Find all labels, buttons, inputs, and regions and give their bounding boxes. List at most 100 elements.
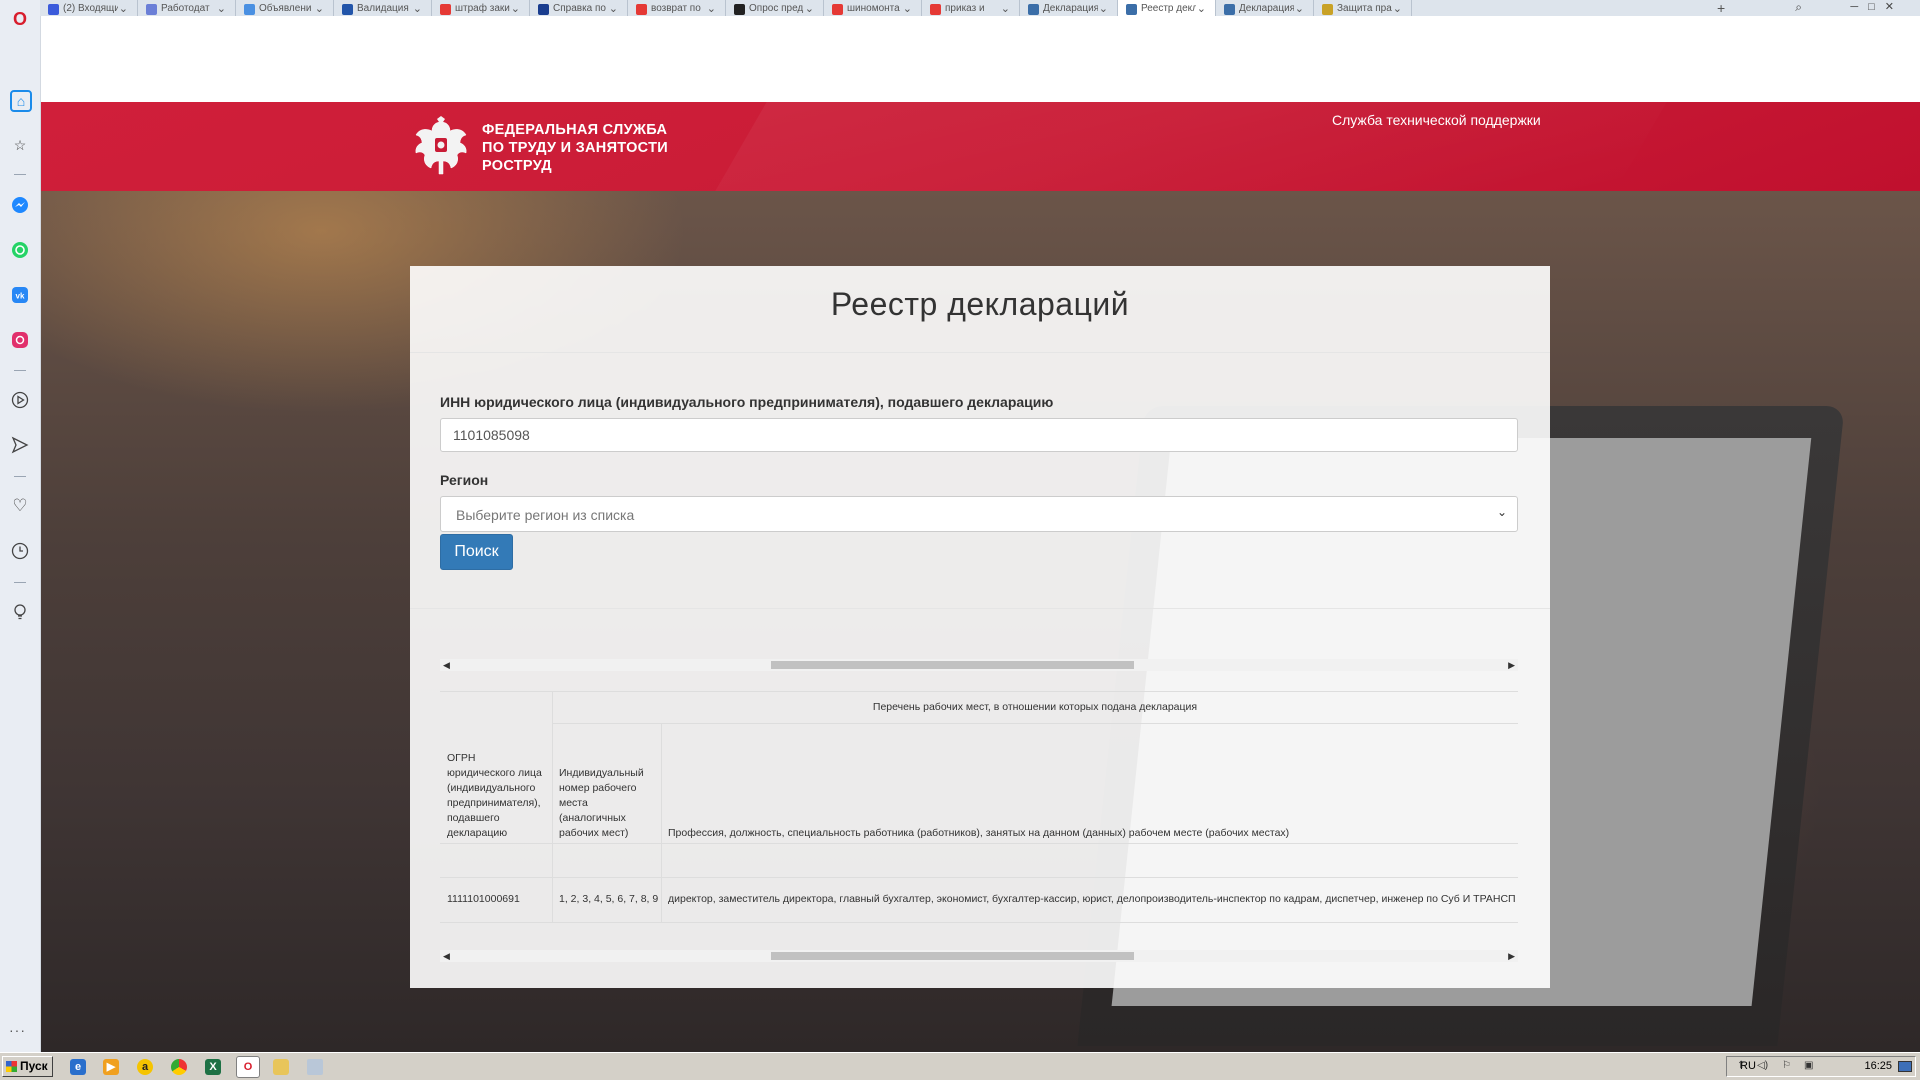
whatsapp-icon[interactable] <box>10 241 30 261</box>
table-border <box>440 691 1518 692</box>
tab-menu-icon[interactable]: ⌄ <box>119 2 128 15</box>
scroll-left-arrow-icon[interactable]: ◀ <box>443 950 450 962</box>
region-select[interactable]: Выберите регион из списка ⌄ <box>440 496 1518 532</box>
table-scrollbar-top[interactable]: ◀ ▶ <box>440 659 1518 671</box>
tab-favicon-icon <box>538 4 549 15</box>
browser-tab[interactable]: штраф заки ⌄ <box>432 0 530 16</box>
table-border <box>440 843 1518 844</box>
tab-search-icon[interactable]: ⌕ <box>1795 0 1802 15</box>
sidebar-divider <box>14 370 26 371</box>
history-clock-icon[interactable] <box>10 542 30 562</box>
tab-favicon-icon <box>636 4 647 15</box>
windows-flag-icon <box>6 1061 17 1072</box>
opera-logo-icon[interactable]: O <box>10 9 30 29</box>
tab-title: Декларация <box>1043 3 1098 14</box>
support-link[interactable]: Служба технической поддержки <box>1332 112 1541 128</box>
flag-icon[interactable]: ⚐ <box>1782 1060 1791 1071</box>
tab-menu-icon[interactable]: ⌄ <box>1295 2 1304 15</box>
region-select-value: Выберите регион из списка <box>456 507 635 523</box>
browser-tab[interactable]: Декларация ⌄ <box>1020 0 1118 16</box>
tab-menu-icon[interactable]: ⌄ <box>511 2 520 15</box>
tab-menu-icon[interactable]: ⌄ <box>1197 2 1206 15</box>
browser-tab[interactable]: Справка по ⌄ <box>530 0 628 16</box>
region-label: Регион <box>440 472 489 488</box>
tab-menu-icon[interactable]: ⌄ <box>315 2 324 15</box>
table-border <box>552 723 1518 724</box>
tab-menu-icon[interactable]: ⌄ <box>609 2 618 15</box>
bookmarks-star-icon[interactable]: ☆ <box>10 135 30 155</box>
tab-menu-icon[interactable]: ⌄ <box>413 2 422 15</box>
site-header: ФЕДЕРАЛЬНАЯ СЛУЖБА ПО ТРУДУ И ЗАНЯТОСТИ … <box>41 102 1920 191</box>
browser-tab[interactable]: (2) Входящи ⌄ <box>40 0 138 16</box>
search-button[interactable]: Поиск <box>440 534 513 570</box>
messenger-icon[interactable] <box>10 196 30 216</box>
scroll-left-arrow-icon[interactable]: ◀ <box>443 659 450 671</box>
tray-arrows-icon[interactable]: ⇑ <box>1737 1060 1745 1071</box>
scrollbar-thumb[interactable] <box>771 952 1134 960</box>
tab-menu-icon[interactable]: ⌄ <box>1393 2 1402 15</box>
send-icon[interactable] <box>10 436 30 456</box>
tab-menu-icon[interactable]: ⌄ <box>217 2 226 15</box>
table-scrollbar-bottom[interactable]: ◀ ▶ <box>440 950 1518 962</box>
media-player-icon[interactable]: ▶ <box>103 1059 119 1075</box>
browser-tab[interactable]: Реестр декл ⌄ <box>1118 0 1216 16</box>
divider <box>410 608 1550 609</box>
folder-icon[interactable] <box>273 1059 289 1075</box>
browser-tab[interactable]: шиномонта ⌄ <box>824 0 922 16</box>
tab-menu-icon[interactable]: ⌄ <box>1099 2 1108 15</box>
scrollbar-thumb[interactable] <box>771 661 1134 669</box>
table-border <box>440 877 1518 878</box>
browser-tab[interactable]: Декларация ⌄ <box>1216 0 1314 16</box>
table-border <box>440 922 1518 923</box>
home-icon[interactable]: ⌂ <box>10 90 32 112</box>
instagram-icon[interactable] <box>10 331 30 351</box>
new-tab-button[interactable]: + <box>1717 0 1725 16</box>
tab-menu-icon[interactable]: ⌄ <box>805 2 814 15</box>
opera-taskbar-icon[interactable]: O <box>236 1056 260 1078</box>
tab-menu-icon[interactable]: ⌄ <box>707 2 716 15</box>
tab-menu-icon[interactable]: ⌄ <box>903 2 912 15</box>
scroll-right-arrow-icon[interactable]: ▶ <box>1508 950 1515 962</box>
cell-workplace-number: 1, 2, 3, 4, 5, 6, 7, 8, 9 <box>559 893 659 905</box>
network-icon[interactable]: ▣ <box>1804 1060 1813 1071</box>
heart-icon[interactable]: ♡ <box>10 496 30 516</box>
inn-input[interactable] <box>440 418 1518 452</box>
document-icon[interactable] <box>307 1059 323 1075</box>
tab-title: Работодат <box>161 3 210 14</box>
brand-line-2: ПО ТРУДУ И ЗАНЯТОСТИ <box>482 140 668 156</box>
sidebar-divider <box>14 582 26 583</box>
tab-favicon-icon <box>244 4 255 15</box>
coat-of-arms-icon[interactable] <box>410 116 472 180</box>
browser-tab[interactable]: Защита прав ⌄ <box>1314 0 1412 16</box>
speaker-icon[interactable]: ◁) <box>1757 1060 1768 1071</box>
chrome-icon[interactable] <box>171 1059 187 1075</box>
scroll-right-arrow-icon[interactable]: ▶ <box>1508 659 1515 671</box>
tab-strip: Защита прав ⌄ Декларация ⌄ Реестр декл ⌄ Декла… <box>40 0 1920 16</box>
web-page: ФЕДЕРАЛЬНАЯ СЛУЖБА ПО ТРУДУ И ЗАНЯТОСТИ … <box>41 16 1920 1052</box>
browser-tab[interactable]: возврат по ⌄ <box>628 0 726 16</box>
site-brand[interactable]: ФЕДЕРАЛЬНАЯ СЛУЖБА ПО ТРУДУ И ЗАНЯТОСТИ … <box>482 121 668 175</box>
vk-icon[interactable]: vk <box>10 286 30 306</box>
tab-title: возврат по <box>651 3 701 14</box>
start-button[interactable]: Пуск <box>2 1056 53 1077</box>
tab-title: шиномонта <box>847 3 900 14</box>
tab-favicon-icon <box>1028 4 1039 15</box>
browser-tab[interactable]: Валидация ⌄ <box>334 0 432 16</box>
sidebar-more-icon[interactable]: ··· <box>9 1022 26 1038</box>
show-desktop-icon[interactable] <box>1898 1061 1912 1072</box>
excel-icon[interactable]: X <box>205 1059 221 1075</box>
browser-tab[interactable]: Объявлени ⌄ <box>236 0 334 16</box>
lightbulb-icon[interactable] <box>10 603 30 623</box>
tab-favicon-icon <box>1322 4 1333 15</box>
avast-icon[interactable]: a <box>137 1059 153 1075</box>
browser-tab[interactable]: Опрос пред ⌄ <box>726 0 824 16</box>
browser-tab[interactable]: Работодат ⌄ <box>138 0 236 16</box>
player-icon[interactable] <box>10 391 30 411</box>
browser-tab[interactable]: приказ и ⌄ <box>922 0 1020 16</box>
sidebar-divider <box>14 476 26 477</box>
tab-title: (2) Входящи <box>63 3 118 14</box>
tab-menu-icon[interactable]: ⌄ <box>1001 2 1010 15</box>
tab-favicon-icon <box>342 4 353 15</box>
window-controls[interactable]: ─□✕ <box>1850 0 1904 13</box>
internet-explorer-icon[interactable]: e <box>70 1059 86 1075</box>
